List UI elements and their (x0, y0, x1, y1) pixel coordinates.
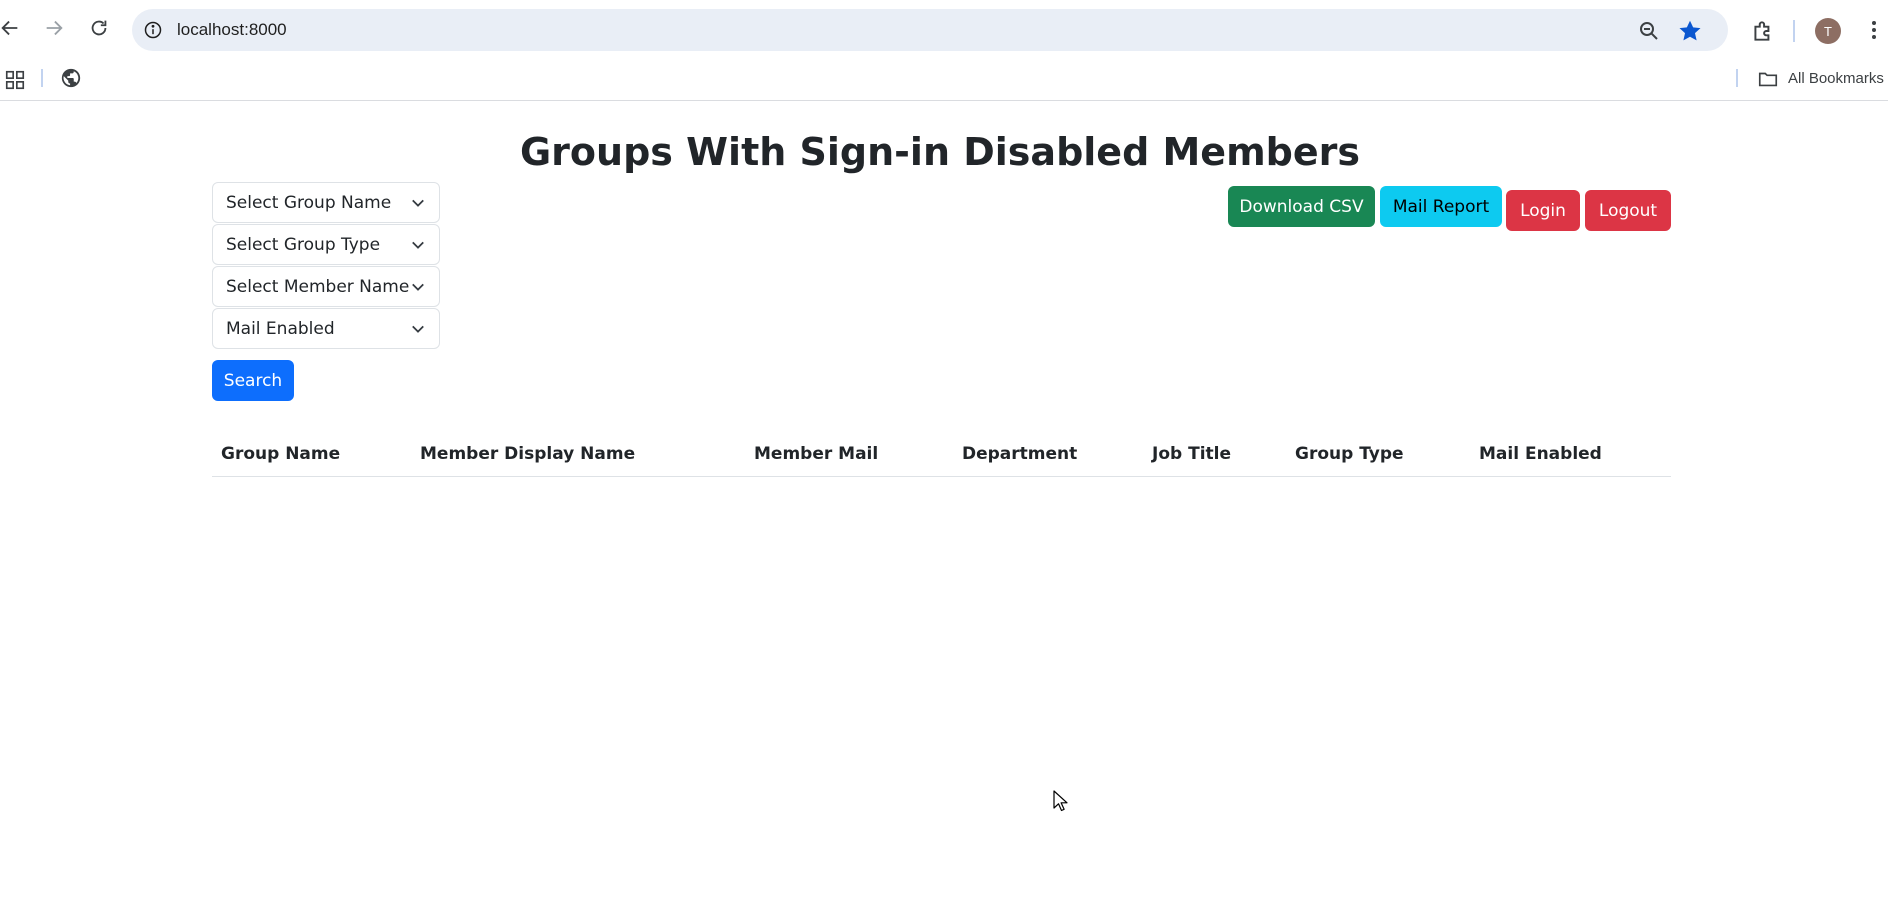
column-header-department: Department (953, 432, 1143, 477)
group-name-select[interactable]: Select Group Name (212, 182, 440, 223)
browser-toolbar: localhost:8000 T (0, 0, 1888, 61)
table-header-row: Group Name Member Display Name Member Ma… (212, 432, 1671, 477)
member-name-select-value: Select Member Name (226, 276, 410, 297)
member-name-select[interactable]: Select Member Name (212, 266, 440, 307)
column-header-mail-enabled: Mail Enabled (1470, 432, 1671, 477)
column-header-member-display-name: Member Display Name (411, 432, 745, 477)
login-button[interactable]: Login (1506, 190, 1580, 231)
toolbar-divider (1793, 20, 1795, 42)
profile-avatar[interactable]: T (1815, 18, 1841, 44)
column-header-member-mail: Member Mail (745, 432, 953, 477)
group-type-select-value: Select Group Type (226, 234, 381, 255)
more-menu-icon[interactable] (1862, 18, 1886, 44)
bookmark-star-icon[interactable] (1677, 18, 1703, 44)
globe-icon[interactable] (60, 67, 82, 89)
folder-icon[interactable] (1757, 68, 1779, 90)
forward-icon[interactable] (40, 14, 68, 42)
zoom-icon[interactable] (1637, 19, 1661, 43)
mail-report-button[interactable]: Mail Report (1380, 186, 1502, 227)
column-header-job-title: Job Title (1143, 432, 1286, 477)
chevron-down-icon (412, 199, 424, 207)
mail-enabled-select-value: Mail Enabled (226, 318, 335, 339)
column-header-group-type: Group Type (1286, 432, 1470, 477)
all-bookmarks-link[interactable]: All Bookmarks (1788, 70, 1884, 87)
search-button[interactable]: Search (212, 360, 294, 401)
mail-enabled-select[interactable]: Mail Enabled (212, 308, 440, 349)
url-text[interactable]: localhost:8000 (177, 20, 287, 40)
apps-grid-icon[interactable] (4, 69, 26, 91)
download-csv-button[interactable]: Download CSV (1228, 186, 1375, 227)
bookmarks-bar: All Bookmarks (0, 61, 1888, 101)
chevron-down-icon (412, 283, 424, 291)
bookmarks-divider (41, 69, 43, 87)
column-header-group-name: Group Name (212, 432, 411, 477)
chevron-down-icon (412, 325, 424, 333)
group-type-select[interactable]: Select Group Type (212, 224, 440, 265)
site-info-icon[interactable] (142, 19, 164, 41)
extensions-icon[interactable] (1750, 18, 1776, 44)
results-table: Group Name Member Display Name Member Ma… (212, 432, 1671, 477)
bookmarks-right-divider (1736, 69, 1738, 87)
logout-button[interactable]: Logout (1585, 190, 1671, 231)
mouse-cursor-icon (1053, 790, 1068, 812)
address-bar[interactable]: localhost:8000 (132, 9, 1728, 51)
group-name-select-value: Select Group Name (226, 192, 392, 213)
back-icon[interactable] (0, 14, 24, 42)
page-title: Groups With Sign-in Disabled Members (519, 130, 1361, 174)
reload-icon[interactable] (85, 14, 113, 42)
page-content: Groups With Sign-in Disabled Members Sel… (0, 102, 1888, 916)
chevron-down-icon (412, 241, 424, 249)
